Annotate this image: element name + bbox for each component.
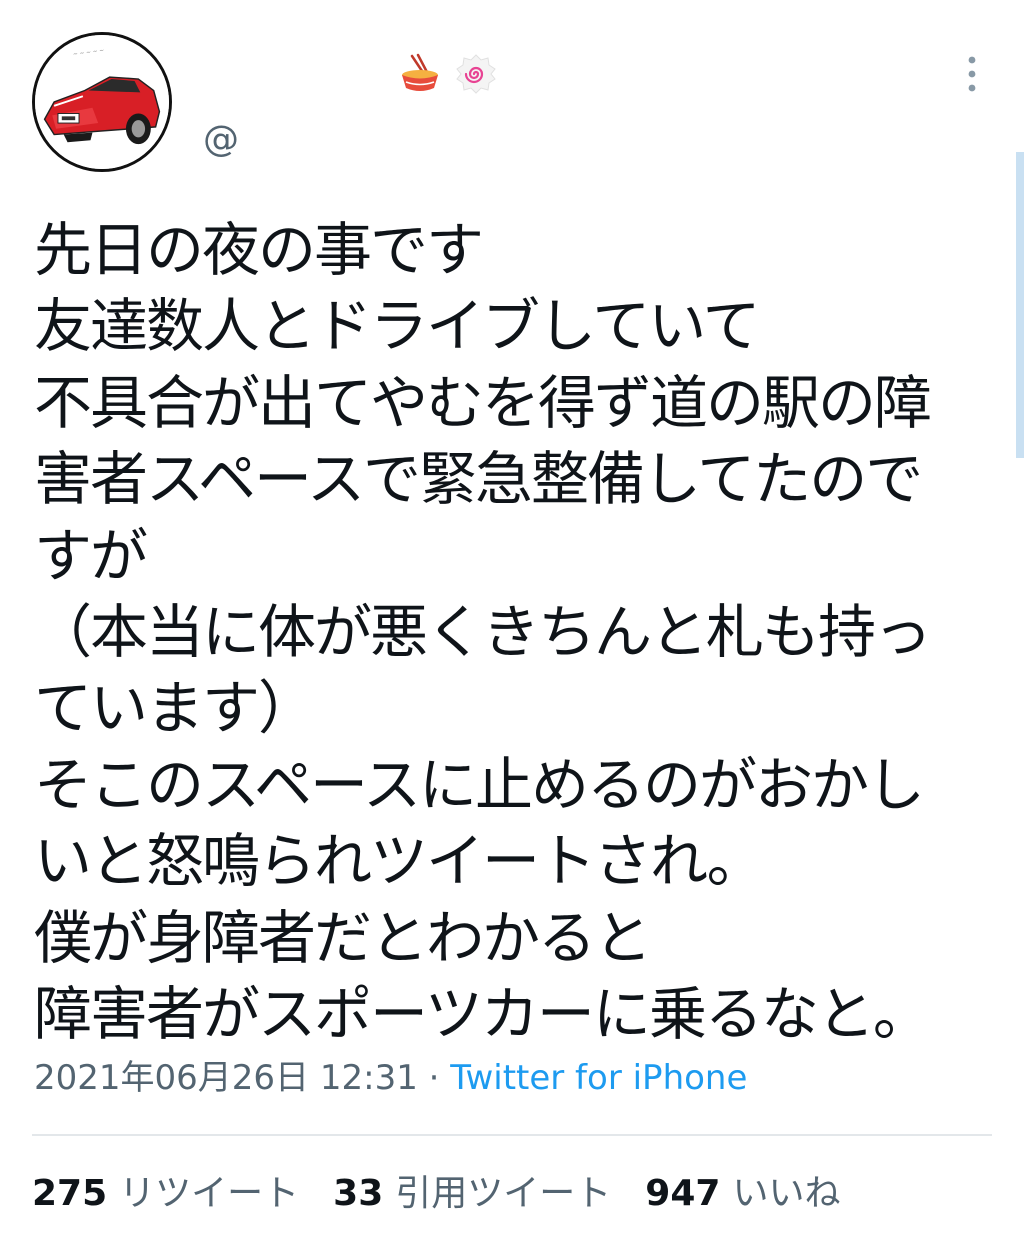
ramen-bowl-icon	[398, 52, 442, 96]
tweet-timestamp[interactable]: 2021年06月26日 12:31	[34, 1058, 418, 1098]
divider	[32, 1134, 992, 1136]
red-sports-car-icon: ~ ~ ~ ~ ~	[35, 35, 169, 169]
tweet-text-line: 不具合が出てやむを得ず道の駅の障	[34, 368, 932, 437]
tweet-text-line: 友達数人とドライブしていて	[34, 292, 761, 361]
retweets-label: リツイート	[119, 1173, 300, 1214]
tweet-source-link[interactable]: Twitter for iPhone	[450, 1058, 747, 1098]
tweet-stats: 275 リツイート 33 引用ツイート 947 いいね	[32, 1170, 840, 1218]
tweet-text-line: （本当に体が悪くきちんと札も持っ	[34, 598, 932, 667]
likes-label: いいね	[732, 1173, 841, 1214]
tweet-text: 先日の夜の事です 友達数人とドライブしていて 不具合が出てやむを得ず道の駅の障 …	[34, 212, 974, 1052]
tweet-text-line: そこのスペースに止めるのがおかし	[34, 750, 925, 819]
retweets-count: 275	[32, 1173, 108, 1214]
tweet-text-line: 障害者がスポーツカーに乗るなと。	[34, 980, 931, 1049]
tweet-text-line: 先日の夜の事です	[34, 216, 484, 284]
user-handle[interactable]: @	[203, 118, 239, 162]
retweets-stat[interactable]: 275 リツイート	[32, 1170, 299, 1218]
fish-cake-icon	[454, 52, 498, 96]
tweet-text-line: すが	[34, 521, 148, 590]
quote-tweets-label: 引用ツイート	[395, 1173, 612, 1214]
quote-tweets-stat[interactable]: 33 引用ツイート	[333, 1170, 611, 1218]
tweet-text-line: 僕が身障者だとわかると	[34, 903, 652, 972]
tweet-text-line: 害者スペースで緊急整備してたので	[34, 445, 923, 514]
meta-separator: ·	[417, 1058, 451, 1098]
tweet-meta: 2021年06月26日 12:31 · Twitter for iPhone	[34, 1056, 747, 1100]
more-options-icon[interactable]	[955, 52, 989, 96]
quote-tweets-count: 33	[333, 1173, 384, 1214]
likes-stat[interactable]: 947 いいね	[645, 1170, 840, 1218]
tweet-text-line: ています）	[34, 674, 316, 743]
likes-count: 947	[645, 1173, 721, 1214]
avatar[interactable]: ~ ~ ~ ~ ~	[32, 32, 172, 172]
scrollbar[interactable]	[1016, 152, 1024, 458]
tweet-text-line: いと怒鳴られツイートされ。	[34, 827, 765, 896]
display-name[interactable]	[398, 50, 498, 98]
